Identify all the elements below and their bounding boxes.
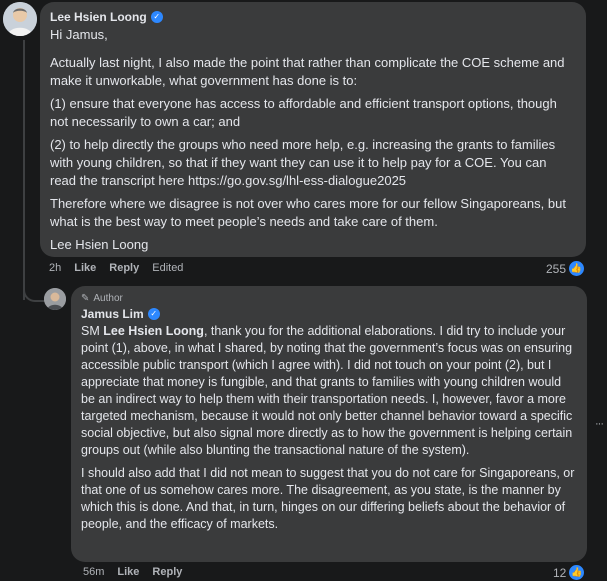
reply-button[interactable]: Reply (152, 566, 182, 578)
reaction-count: 255 (546, 261, 567, 276)
like-button[interactable]: Like (74, 262, 96, 274)
comment-author-name[interactable]: Jamus Lim (81, 307, 144, 321)
comment-bubble-jamus: ✎ Author Jamus Lim ✓ SM Lee Hsien Loong,… (71, 286, 587, 562)
comment-paragraph: (1) ensure that everyone has access to a… (50, 96, 557, 129)
thread-connector (23, 280, 45, 302)
verified-badge-icon: ✓ (147, 308, 160, 320)
comment-actions: 2h Like Reply Edited (49, 262, 183, 274)
comment-signature: Lee Hsien Loong (50, 237, 149, 252)
thread-line (23, 40, 25, 300)
comment-greeting: Hi Jamus, (50, 27, 108, 42)
author-badge-label: Author (93, 292, 123, 304)
comment-paragraph: Actually last night, I also made the poi… (50, 55, 565, 88)
avatar-jamus-lim[interactable] (44, 288, 66, 310)
reaction-count: 12 (553, 565, 567, 580)
reaction-summary[interactable]: 255 👍 (546, 261, 585, 276)
comment-timestamp[interactable]: 56m (83, 566, 104, 578)
like-button[interactable]: Like (117, 566, 139, 578)
reply-button[interactable]: Reply (109, 262, 139, 274)
comment-paragraph: SM Lee Hsien Loong, thank you for the ad… (81, 323, 577, 459)
like-thumb-icon: 👍 (569, 565, 585, 580)
comment-bubble-lee: Lee Hsien Loong ✓ Hi Jamus, Actually las… (40, 2, 586, 257)
reaction-summary[interactable]: 12 👍 (553, 565, 585, 580)
comment-author-name[interactable]: Lee Hsien Loong (50, 10, 147, 24)
like-thumb-icon: 👍 (569, 261, 585, 276)
edited-label: Edited (152, 262, 184, 274)
comment-paragraph: Therefore where we disagree is not over … (50, 196, 566, 229)
comment-thread: Lee Hsien Loong ✓ Hi Jamus, Actually las… (0, 0, 607, 581)
author-badge: ✎ Author (81, 291, 577, 305)
paragraph-text: , thank you for the additional elaborati… (81, 324, 573, 457)
comment-timestamp[interactable]: 2h (49, 262, 61, 274)
honorific-prefix: SM (81, 324, 100, 338)
comment-paragraph: I should also add that I did not mean to… (81, 466, 575, 531)
mention-link[interactable]: Lee Hsien Loong (103, 324, 204, 338)
avatar-lee-hsien-loong[interactable] (3, 2, 37, 36)
more-options-icon[interactable]: ··· (595, 418, 604, 430)
comment-actions: 56m Like Reply (83, 566, 182, 578)
comment-paragraph: (2) to help directly the groups who need… (50, 137, 556, 188)
verified-badge-icon: ✓ (150, 11, 163, 23)
pen-icon: ✎ (81, 292, 90, 304)
